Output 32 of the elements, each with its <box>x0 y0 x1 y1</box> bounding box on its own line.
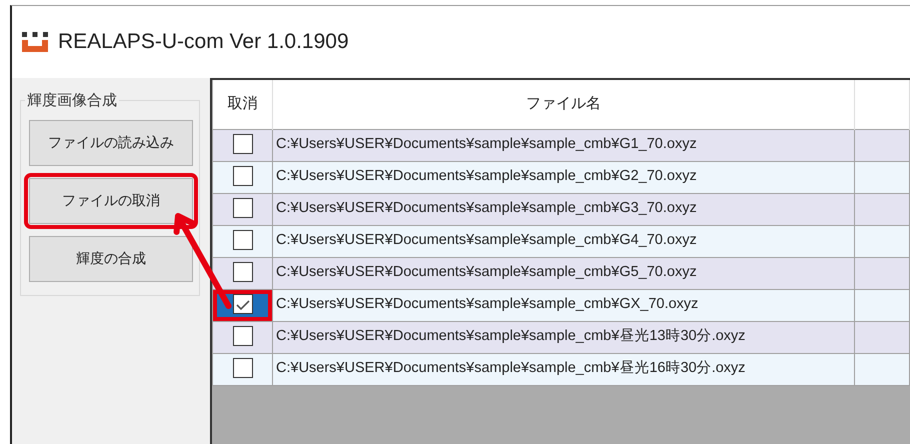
app-logo-icon <box>22 32 48 52</box>
checkbox[interactable] <box>232 134 252 154</box>
column-header[interactable]: 取消 <box>212 80 272 129</box>
checkbox-cell[interactable] <box>212 161 272 193</box>
file-path-cell: C:¥Users¥USER¥Documents¥sample¥sample_cmb¥G5_70.oxyz <box>272 257 854 289</box>
checkbox-cell[interactable] <box>212 129 272 161</box>
checkbox[interactable] <box>232 166 252 186</box>
checkbox-cell[interactable] <box>212 257 272 289</box>
file-path-cell: C:¥Users¥USER¥Documents¥sample¥sample_cmb¥G2_70.oxyz <box>272 161 854 193</box>
checkbox[interactable] <box>232 358 252 378</box>
file-path-cell: C:¥Users¥USER¥Documents¥sample¥sample_cmb¥G4_70.oxyz <box>272 225 854 257</box>
checkbox-cell[interactable] <box>212 193 272 225</box>
action-button[interactable]: 輝度の合成 <box>29 236 193 282</box>
file-path-cell: C:¥Users¥USER¥Documents¥sample¥sample_cmb¥G1_70.oxyz <box>272 129 854 161</box>
checkbox[interactable] <box>232 326 252 346</box>
action-button[interactable]: ファイルの読み込み <box>29 120 193 166</box>
checkbox-cell[interactable] <box>212 225 272 257</box>
file-path-cell: C:¥Users¥USER¥Documents¥sample¥sample_cmb¥G3_70.oxyz <box>272 193 854 225</box>
checkbox[interactable] <box>232 294 252 314</box>
checkbox[interactable] <box>232 230 252 250</box>
file-path-cell: C:¥Users¥USER¥Documents¥sample¥sample_cmb¥GX_70.oxyz <box>272 289 854 321</box>
checkbox[interactable] <box>232 198 252 218</box>
window-title: REALAPS-U-com Ver 1.0.1909 <box>58 29 349 56</box>
file-path-cell: C:¥Users¥USER¥Documents¥sample¥sample_cmb¥昼光16時30分.oxyz <box>272 353 854 385</box>
checkbox-cell[interactable] <box>212 353 272 385</box>
checkbox-cell[interactable] <box>212 289 272 321</box>
checkbox[interactable] <box>232 262 252 282</box>
group-title: 輝度画像合成 <box>25 90 119 110</box>
column-header[interactable]: ファイル名 <box>272 80 854 129</box>
checkbox-cell[interactable] <box>212 321 272 353</box>
file-path-cell: C:¥Users¥USER¥Documents¥sample¥sample_cmb¥昼光13時30分.oxyz <box>272 321 854 353</box>
action-button[interactable]: ファイルの取消 <box>29 178 193 224</box>
